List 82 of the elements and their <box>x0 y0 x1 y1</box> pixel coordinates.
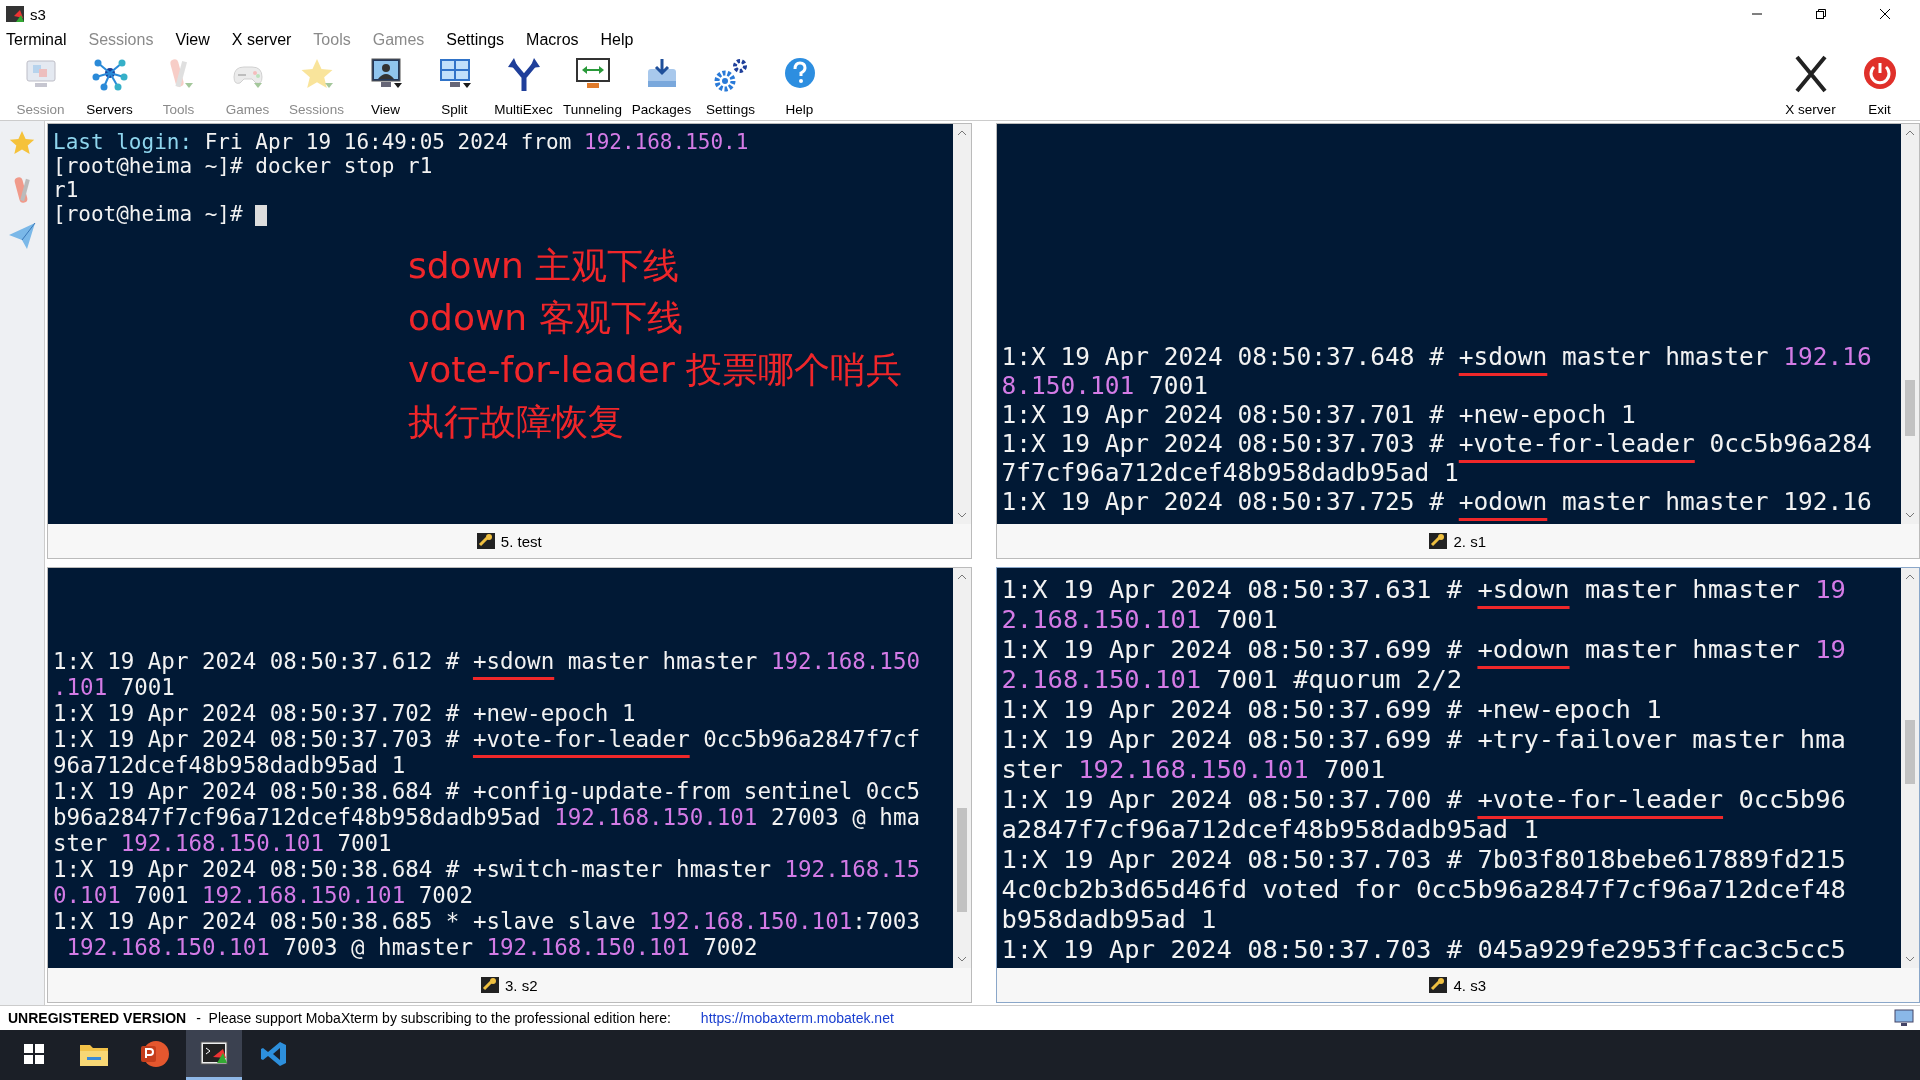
scrollbar-thumb[interactable] <box>1905 720 1915 784</box>
code-editor-icon <box>260 1039 288 1068</box>
terminal-line: b958dadb95ad 1 <box>1001 904 1218 934</box>
terminal-line: 1:X 19 Apr 2024 08:50:38.684 # +switch-master hmaster 192.168.15 <box>53 856 921 882</box>
terminal-line: .101 7001 <box>53 674 176 700</box>
menu-item[interactable]: Settings <box>446 31 505 49</box>
key-icon <box>476 533 495 549</box>
scrollbar-thumb[interactable] <box>956 808 967 912</box>
toolbar-button[interactable]: Split <box>420 55 489 117</box>
toolbar-button[interactable]: X server <box>1776 55 1845 117</box>
menu-item[interactable]: X server <box>231 31 292 49</box>
toolbar-button[interactable]: Packages <box>627 55 696 117</box>
toolbar-button[interactable]: Servers <box>75 55 144 117</box>
toolbar-button[interactable]: Exit <box>1845 55 1914 117</box>
terminal-line: [root@heima ~]# <box>53 202 949 226</box>
terminal-line: 8.150.101 7001 <box>1001 371 1210 400</box>
terminal-line: 1:X 19 Apr 2024 08:50:37.725 # +odown master hmaster 192.16 <box>1001 487 1873 516</box>
terminal-line: 1:X 19 Apr 2024 08:50:37.701 # +new-epoch 1 <box>1001 400 1637 429</box>
terminal-line: b96a2847f7cf96a712dcef48b958dadb95ad 192.168.150.101 27003 @ hma <box>53 804 921 830</box>
terminal-line: 7f7cf96a712dcef48b958dadb95ad 1 <box>1001 458 1460 487</box>
terminal-line: 2.168.150.101 7001 <box>1001 604 1279 634</box>
terminal-line: 1:X 19 Apr 2024 08:50:37.699 # +new-epoch 1 <box>1001 694 1663 724</box>
terminal-line: 1:X 19 Apr 2024 08:50:37.703 # 7b03f8018bebe617889fd215 <box>1001 844 1847 874</box>
scrollbar-thumb[interactable] <box>1905 380 1915 436</box>
scrollbar[interactable] <box>1901 568 1919 968</box>
terminal-line: 1:X 19 Apr 2024 08:50:37.700 # +vote-for-leader 0cc5b96 <box>1001 784 1847 814</box>
pane-title[interactable]: 2. s1 <box>1453 532 1486 550</box>
app-logo-icon <box>6 6 24 22</box>
annotation-text: 执行故障恢复 <box>408 400 625 444</box>
pane-title[interactable]: 5. test <box>500 532 542 550</box>
terminal-line: 1:X 19 Apr 2024 08:50:37.703 # +vote-for-leader 0cc5b96a2847f7cf <box>53 726 921 752</box>
terminal-line: 1:X 19 Apr 2024 08:50:37.699 # +try-failover master hma <box>1001 724 1847 754</box>
terminal-line: 2.168.150.101 7001 #quorum 2/2 <box>1001 664 1464 694</box>
toolbar-button[interactable]: View <box>351 55 420 117</box>
toolbar-button[interactable]: Tunneling <box>558 55 627 117</box>
annotation-text: sdown 主观下线 <box>408 244 681 288</box>
terminal-line: Last login: Fri Apr 19 16:49:05 2024 from 192.168.150.1 <box>53 130 750 154</box>
scrollbar[interactable] <box>1901 124 1919 524</box>
windows-logo-icon <box>24 1043 44 1064</box>
menu-item[interactable]: Terminal <box>6 31 67 49</box>
terminal-line: r1 <box>53 178 80 202</box>
status-title: UNREGISTERED VERSION <box>8 1010 187 1026</box>
menu-item[interactable]: View <box>175 31 210 49</box>
power-icon <box>1861 55 1898 91</box>
toolbar-button[interactable]: Settings <box>696 55 765 117</box>
monitor-icon <box>1894 1009 1914 1027</box>
annotation-text: vote-for-leader 投票哪个哨兵 <box>408 348 903 392</box>
terminal-line: 1:X 19 Apr 2024 08:50:37.703 # 045a929fe2953ffcac3c5cc5 <box>1001 934 1847 964</box>
terminal-line: ster 192.168.150.101 7001 <box>1001 754 1387 784</box>
status-message: - Please support MobaXterm by subscribing to the professional edition here: <box>196 1010 671 1026</box>
key-icon <box>1429 533 1448 549</box>
close-icon <box>1879 8 1891 20</box>
terminal-line: 1:X 19 Apr 2024 08:50:37.612 # +sdown master hmaster 192.168.150 <box>53 648 921 674</box>
annotation-text: odown 客观下线 <box>408 296 684 340</box>
terminal-line: 192.168.150.101 7003 @ hmaster 192.168.150.101 7002 <box>65 934 759 960</box>
terminal-line: 0.101 7001 192.168.150.101 7002 <box>53 882 474 908</box>
pane-title[interactable]: 3. s2 <box>505 976 538 994</box>
window-title: s3 <box>30 5 47 23</box>
pane-title[interactable]: 4. s3 <box>1453 976 1486 994</box>
menu-item[interactable]: Help <box>600 31 634 49</box>
terminal-line: [root@heima ~]# docker stop r1 <box>53 154 434 178</box>
terminal-line: 4c0cb2b3d65d46fd voted for 0cc5b96a2847f7cf96a712dcef48 <box>1001 874 1847 904</box>
toolbar-button[interactable]: MultiExec <box>489 55 558 117</box>
terminal-line: ster 192.168.150.101 7001 <box>53 830 393 856</box>
terminal-line: 1:X 19 Apr 2024 08:50:37.703 # +vote-for-leader 0cc5b96a284 <box>1001 429 1873 458</box>
website-link[interactable]: https://mobaxterm.mobatek.net <box>700 1010 894 1026</box>
presentation-app-icon <box>139 1038 169 1069</box>
terminal-line: a2847f7cf96a712dcef48b958dadb95ad 1 <box>1001 814 1540 844</box>
toolbar-button[interactable]: Help <box>765 55 834 117</box>
terminal-line: 1:X 19 Apr 2024 08:50:37.699 # +odown master hmaster 19 <box>1001 634 1847 664</box>
taskbar-app[interactable] <box>186 1030 242 1080</box>
terminal-line: 1:X 19 Apr 2024 08:50:37.702 # +new-epoch 1 <box>53 700 637 726</box>
key-icon <box>1429 977 1448 993</box>
menu-item[interactable]: Macros <box>526 31 579 49</box>
restore-icon <box>1815 8 1827 20</box>
key-icon <box>481 977 499 993</box>
terminal-line: 1:X 19 Apr 2024 08:50:37.631 # +sdown master hmaster 19 <box>1001 574 1847 604</box>
terminal-line: 1:X 19 Apr 2024 08:50:38.685 * +slave slave 192.168.150.101:7003 <box>53 908 921 934</box>
terminal-line: 1:X 19 Apr 2024 08:50:37.648 # +sdown master hmaster 192.16 <box>1001 342 1873 371</box>
terminal-line: 1:X 19 Apr 2024 08:50:38.684 # +config-update-from sentinel 0cc5 <box>53 778 921 804</box>
paper-plane-icon[interactable] <box>7 221 37 251</box>
terminal-line: 96a712dcef48b958dadb95ad 1 <box>53 752 407 778</box>
